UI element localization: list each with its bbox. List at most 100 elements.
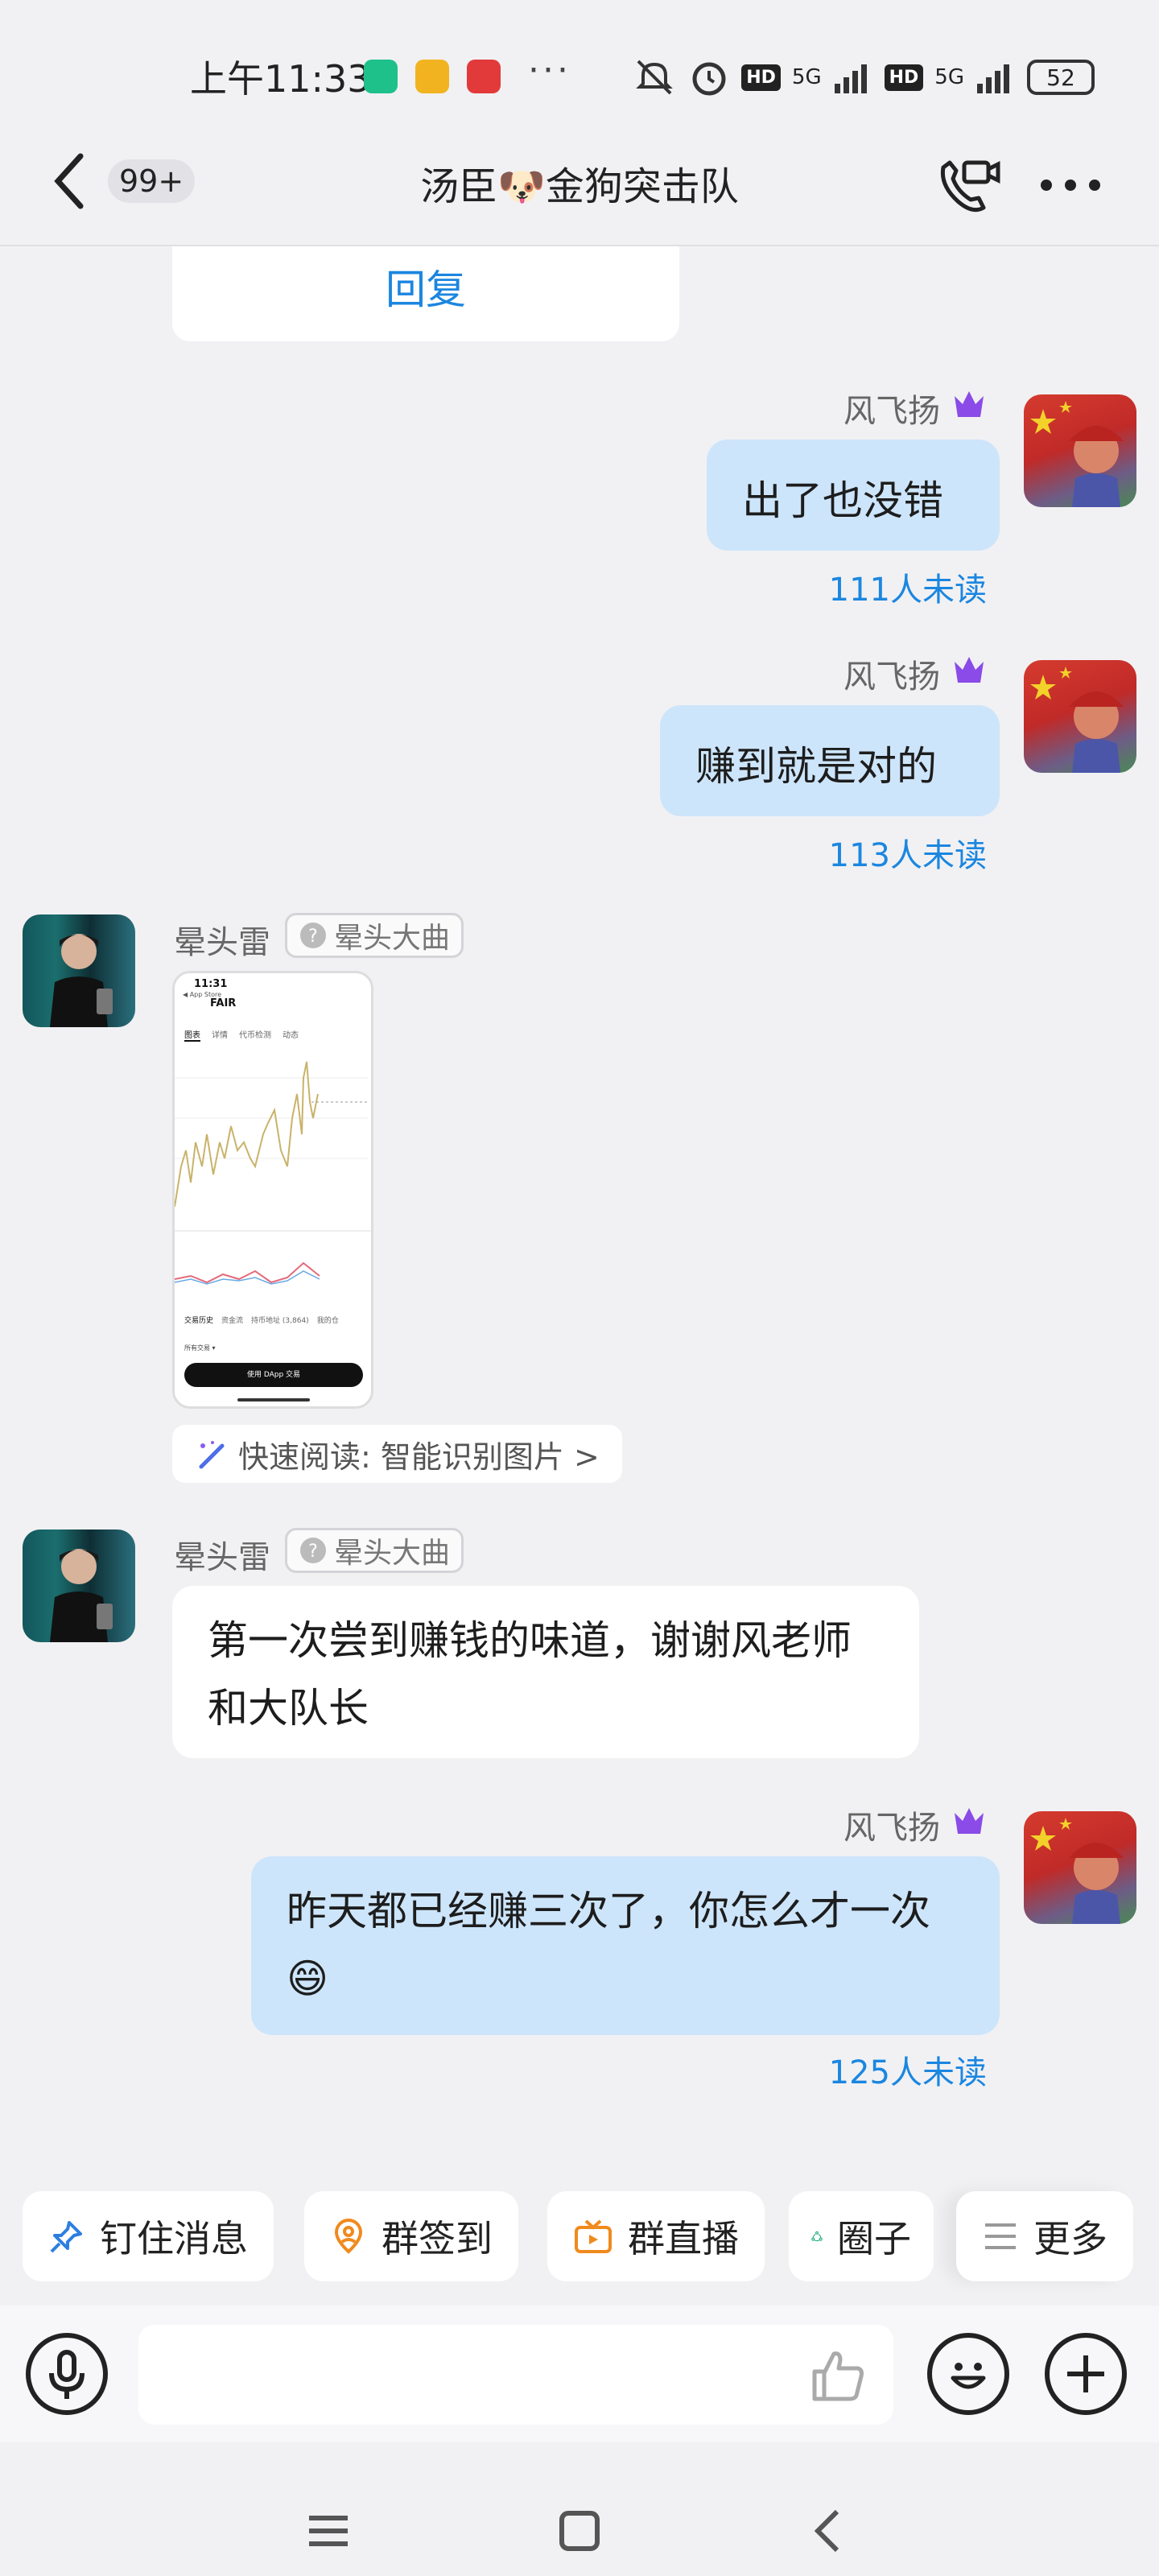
shot-bottom-tab: 持币地址 (3,864): [251, 1317, 309, 1325]
message-bubble[interactable]: 赚到就是对的: [660, 705, 1000, 816]
more-label: 更多: [1033, 2217, 1107, 2260]
circle-label: 圈子: [837, 2217, 911, 2260]
avatar[interactable]: [23, 1530, 135, 1642]
avatar[interactable]: [1024, 394, 1136, 507]
sender-name: 风飞扬: [843, 1810, 940, 1847]
image-message[interactable]: 11:31 ◀ App Store FAIR 图表 详情 代币检测 动态 交易历…: [172, 971, 373, 1409]
sender-name: 风飞扬: [843, 658, 940, 696]
message-bubble[interactable]: 昨天都已经赚三次了，你怎么才一次😄: [251, 1856, 1000, 2035]
shot-tab: 详情: [212, 1031, 228, 1040]
vip-crown-icon: [955, 391, 984, 417]
magic-wand-icon: [199, 1441, 225, 1469]
back-icon[interactable]: [805, 2507, 853, 2555]
mute-icon: [636, 60, 674, 95]
svg-text:?: ?: [308, 1542, 318, 1562]
live-label: 群直播: [628, 2217, 739, 2260]
sender-name: 晕头雷: [174, 924, 270, 961]
message-text: 出了也没错: [742, 477, 943, 524]
hd-badge: HD: [741, 64, 781, 91]
circle-icon: [811, 2231, 823, 2242]
message-text: 赚到就是对的: [695, 743, 937, 790]
hd-badge-2: HD: [884, 64, 924, 91]
shot-tab: 代币检测: [239, 1031, 271, 1040]
video-call-icon[interactable]: [926, 145, 1006, 225]
menu-icon[interactable]: [304, 2507, 353, 2555]
sender-name: 风飞扬: [843, 393, 940, 430]
previous-card: 回复: [172, 246, 679, 341]
message-input[interactable]: [138, 2325, 893, 2425]
checkin-label: 群签到: [382, 2217, 493, 2260]
shot-tab: 图表: [184, 1028, 200, 1042]
pin-label: 钉住消息: [100, 2217, 248, 2260]
member-tag: ? 晕头大曲: [285, 913, 464, 958]
plus-icon: [1067, 2355, 1104, 2392]
shot-filter: 所有交易 ▾: [184, 1344, 216, 1352]
status-bar: 上午11:33 ··· HD 5G HD 5G 52: [0, 0, 1159, 153]
shot-tab: 动态: [283, 1031, 299, 1040]
shot-time: 11:31: [194, 978, 228, 990]
shot-dapp-button: 使用 DApp 交易: [184, 1363, 363, 1387]
quick-read-chip[interactable]: 快速阅读: 智能识别图片 >: [172, 1425, 622, 1483]
system-nav-bar: [0, 2442, 1159, 2576]
microphone-icon: [49, 2350, 85, 2399]
pin-message-button[interactable]: 钉住消息: [23, 2191, 274, 2281]
unread-count[interactable]: 125人未读: [829, 2046, 987, 2093]
signal-icon: [834, 64, 867, 93]
message-bubble[interactable]: 出了也没错: [707, 440, 1000, 551]
unread-count[interactable]: 113人未读: [829, 829, 987, 876]
question-badge-icon: ?: [300, 923, 326, 948]
question-badge-icon: ?: [300, 1538, 326, 1563]
vip-crown-icon: [955, 657, 984, 683]
circle-button[interactable]: 圈子: [789, 2191, 934, 2281]
chat-header: 99+ 汤臣🐶金狗突击队: [0, 153, 1159, 246]
reply-link[interactable]: 回复: [172, 258, 679, 316]
app-icon-green: [364, 60, 398, 93]
vip-crown-icon: [955, 1808, 984, 1834]
network-5g-2: 5G: [934, 65, 964, 89]
shot-bottom-tab: 交易历史: [184, 1317, 214, 1325]
shot-home-indicator: [237, 1398, 310, 1402]
alarm-icon: [692, 62, 726, 96]
more-options-icon[interactable]: [1038, 177, 1103, 193]
quick-read-text: 快速阅读: 智能识别图片 >: [238, 1439, 600, 1475]
sender-name: 晕头雷: [174, 1539, 270, 1576]
checkin-icon: [334, 2219, 363, 2254]
group-checkin-button[interactable]: 群签到: [304, 2191, 518, 2281]
shot-bottom-tab: 资金流: [221, 1317, 244, 1325]
status-icons: HD 5G HD 5G 52: [632, 55, 1095, 100]
home-icon[interactable]: [555, 2507, 604, 2555]
more-button[interactable]: 更多: [956, 2191, 1133, 2281]
emoji-button[interactable]: [927, 2333, 1009, 2415]
avatar[interactable]: [23, 914, 135, 1027]
app-icon-red: [467, 60, 501, 93]
more-notifications-icon: ···: [528, 50, 571, 91]
list-icon: [985, 2223, 1016, 2249]
shot-price-chart: [175, 1061, 371, 1232]
message-bubble[interactable]: 第一次尝到赚钱的味道，谢谢风老师和大队长: [172, 1586, 919, 1758]
network-5g: 5G: [791, 65, 822, 89]
input-bar: [0, 2306, 1159, 2442]
voice-button[interactable]: [26, 2333, 108, 2415]
add-button[interactable]: [1045, 2333, 1127, 2415]
shot-indicator-chart: [175, 1261, 320, 1285]
battery-icon: 52: [1027, 60, 1095, 95]
avatar[interactable]: [1024, 660, 1136, 773]
avatar[interactable]: [1024, 1811, 1136, 1924]
status-time: 上午11:33: [190, 57, 371, 101]
signal-icon-2: [977, 64, 1009, 93]
svg-text:?: ?: [308, 927, 318, 947]
message-text: 昨天都已经赚三次了，你怎么才一次😄: [287, 1888, 930, 2002]
shot-token: FAIR: [210, 997, 237, 1009]
thumbs-up-icon[interactable]: [805, 2343, 869, 2407]
group-live-button[interactable]: 群直播: [547, 2191, 765, 2281]
shot-bottom-tabs: 交易历史 资金流 持币地址 (3,864) 我的仓: [184, 1315, 371, 1325]
shot-bottom-tab: 我的仓: [316, 1317, 339, 1325]
unread-count[interactable]: 111人未读: [829, 564, 987, 610]
pin-icon: [50, 2221, 82, 2253]
smile-icon: [951, 2363, 986, 2389]
mail-icon: [415, 60, 449, 93]
member-tag-label: 晕头大曲: [334, 922, 451, 955]
shot-dapp-label: 使用 DApp 交易: [246, 1371, 301, 1379]
tv-icon: [575, 2219, 612, 2253]
message-text: 第一次尝到赚钱的味道，谢谢风老师和大队长: [208, 1617, 852, 1732]
